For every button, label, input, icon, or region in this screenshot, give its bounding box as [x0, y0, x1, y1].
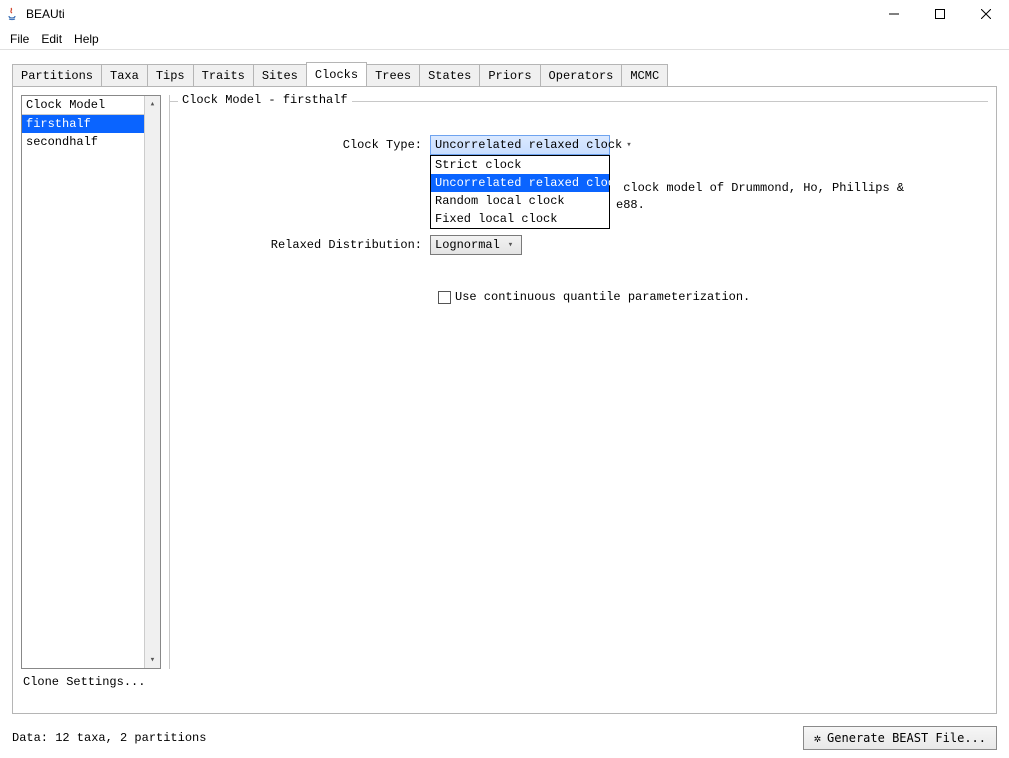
- clock-model-column: Clock Model firsthalf secondhalf ▴ ▾ Clo…: [21, 95, 161, 705]
- tab-trees[interactable]: Trees: [366, 64, 420, 87]
- clock-model-header: Clock Model: [22, 96, 144, 115]
- menubar: File Edit Help: [0, 28, 1009, 50]
- label-clock-type: Clock Type:: [180, 138, 430, 152]
- content-area: Partitions Taxa Tips Traits Sites Clocks…: [0, 50, 1009, 758]
- status-text: Data: 12 taxa, 2 partitions: [12, 731, 206, 745]
- clock-model-form-column: Clock Model - firsthalf Clock Type: Unco…: [169, 95, 988, 705]
- clock-type-option-random-local[interactable]: Random local clock: [431, 192, 609, 210]
- menu-edit[interactable]: Edit: [35, 30, 68, 48]
- tab-sites[interactable]: Sites: [253, 64, 307, 87]
- java-icon: [4, 6, 20, 22]
- window-title: BEAUti: [26, 7, 65, 21]
- tab-states[interactable]: States: [419, 64, 480, 87]
- clock-model-list-inner: Clock Model firsthalf secondhalf: [22, 96, 144, 668]
- clone-settings-link[interactable]: Clone Settings...: [21, 669, 161, 691]
- tab-operators[interactable]: Operators: [540, 64, 623, 87]
- row-continuous-quantile: Use continuous quantile parameterization…: [438, 290, 750, 304]
- gear-icon: ✲: [814, 731, 821, 745]
- clock-model-scrollbar[interactable]: ▴ ▾: [144, 96, 160, 668]
- clock-model-fieldset: Clock Model - firsthalf Clock Type: Unco…: [169, 95, 988, 669]
- dropdown-clock-type-value: Uncorrelated relaxed clock: [435, 138, 622, 152]
- tab-clocks[interactable]: Clocks: [306, 62, 367, 86]
- generate-beast-file-button[interactable]: ✲ Generate BEAST File...: [803, 726, 997, 750]
- window-controls: [871, 0, 1009, 28]
- maximize-button[interactable]: [917, 0, 963, 28]
- tab-strip: Partitions Taxa Tips Traits Sites Clocks…: [12, 62, 997, 86]
- titlebar: BEAUti: [0, 0, 1009, 28]
- label-continuous-quantile: Use continuous quantile parameterization…: [455, 290, 750, 304]
- checkbox-continuous-quantile[interactable]: [438, 291, 451, 304]
- clock-type-option-uncorrelated-relaxed[interactable]: Uncorrelated relaxed clock: [431, 174, 609, 192]
- close-button[interactable]: [963, 0, 1009, 28]
- scroll-track[interactable]: [145, 112, 160, 652]
- clock-model-listbox: Clock Model firsthalf secondhalf ▴ ▾: [21, 95, 161, 669]
- clock-type-option-fixed-local[interactable]: Fixed local clock: [431, 210, 609, 228]
- dropdown-relaxed-distribution[interactable]: Lognormal ▾: [430, 235, 522, 255]
- row-relaxed-distribution: Relaxed Distribution: Lognormal ▾: [180, 235, 978, 255]
- scroll-up-icon[interactable]: ▴: [145, 96, 160, 112]
- chevron-down-icon: ▾: [504, 240, 517, 250]
- tab-mcmc[interactable]: MCMC: [621, 64, 668, 87]
- tab-priors[interactable]: Priors: [479, 64, 540, 87]
- tab-traits[interactable]: Traits: [193, 64, 254, 87]
- scroll-down-icon[interactable]: ▾: [145, 652, 160, 668]
- tab-partitions[interactable]: Partitions: [12, 64, 102, 87]
- dropdown-clock-type-list: Strict clock Uncorrelated relaxed clock …: [430, 155, 610, 229]
- tab-taxa[interactable]: Taxa: [101, 64, 148, 87]
- clock-model-item-firsthalf[interactable]: firsthalf: [22, 115, 144, 133]
- chevron-down-icon: ▾: [626, 140, 631, 150]
- dropdown-clock-type[interactable]: Uncorrelated relaxed clock ▾ Strict cloc…: [430, 135, 610, 155]
- menu-help[interactable]: Help: [68, 30, 105, 48]
- generate-button-label: Generate BEAST File...: [827, 731, 986, 745]
- dropdown-relaxed-distribution-value: Lognormal: [435, 238, 500, 252]
- label-relaxed-distribution: Relaxed Distribution:: [180, 238, 430, 252]
- minimize-button[interactable]: [871, 0, 917, 28]
- statusbar: Data: 12 taxa, 2 partitions ✲ Generate B…: [12, 726, 997, 750]
- tab-panel-clocks: Clock Model firsthalf secondhalf ▴ ▾ Clo…: [12, 86, 997, 714]
- clock-model-item-secondhalf[interactable]: secondhalf: [22, 133, 144, 151]
- tab-tips[interactable]: Tips: [147, 64, 194, 87]
- clock-type-option-strict[interactable]: Strict clock: [431, 156, 609, 174]
- menu-file[interactable]: File: [4, 30, 35, 48]
- clock-type-description: clock model of Drummond, Ho, Phillips & …: [616, 180, 904, 214]
- form-area: Clock Type: Uncorrelated relaxed clock ▾…: [170, 95, 988, 265]
- row-clock-type: Clock Type: Uncorrelated relaxed clock ▾…: [180, 135, 978, 155]
